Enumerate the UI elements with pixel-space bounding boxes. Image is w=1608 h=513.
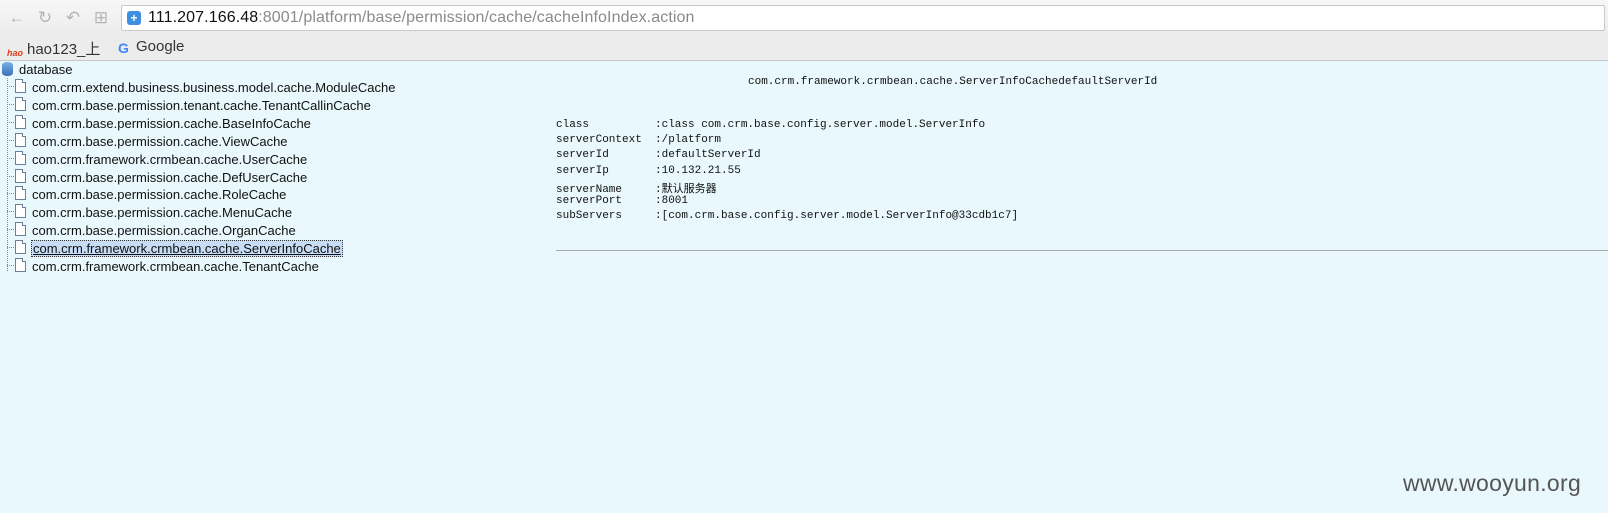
property-value: :class com.crm.base.config.server.model.… <box>655 119 986 131</box>
tree-item[interactable]: com.crm.framework.crmbean.cache.ServerIn… <box>7 240 343 258</box>
property-value: :默认服务器 <box>655 183 717 196</box>
tree-connector <box>7 86 14 87</box>
url-path: :8001/platform/base/permission/cache/cac… <box>258 9 695 26</box>
grid-icon[interactable]: ⊞ <box>91 8 111 28</box>
tree-item-label[interactable]: com.crm.base.permission.tenant.cache.Ten… <box>31 98 372 113</box>
tree-connector <box>7 265 14 266</box>
property-row: serverName :默认服务器 <box>556 180 717 196</box>
property-row: serverId :defaultServerId <box>556 149 761 164</box>
hao123-icon: hao <box>7 48 24 58</box>
database-icon <box>2 62 13 76</box>
property-key: subServers <box>556 210 623 223</box>
property-row: serverPort :8001 <box>556 195 688 210</box>
tree-item-label[interactable]: com.crm.base.permission.cache.OrganCache <box>31 223 297 238</box>
tree-connector <box>7 121 14 123</box>
bookmarks-bar: hao hao123_上 G Google <box>0 36 1608 61</box>
tree-connector <box>7 157 14 159</box>
tree-connector <box>7 229 14 231</box>
url-text[interactable]: 111.207.166.48:8001/platform/base/permis… <box>148 9 695 27</box>
undo-icon[interactable]: ↶ <box>63 8 83 28</box>
file-icon <box>15 132 26 147</box>
property-key: serverIp <box>556 164 609 177</box>
url-host: 111.207.166.48 <box>148 9 259 26</box>
tree-root-label: database <box>19 62 73 77</box>
tree-item[interactable]: com.crm.base.permission.tenant.cache.Ten… <box>7 96 372 115</box>
tree-item[interactable]: com.crm.base.permission.cache.BaseInfoCa… <box>7 114 312 133</box>
property-key: serverId <box>556 149 609 162</box>
property-key: serverName <box>556 183 623 196</box>
tree-item[interactable]: com.crm.framework.crmbean.cache.UserCach… <box>7 150 308 169</box>
separator <box>556 250 1608 251</box>
property-row: class :class com.crm.base.config.server.m… <box>556 119 985 134</box>
tree-item-label[interactable]: com.crm.base.permission.cache.MenuCache <box>31 205 293 220</box>
tree-item[interactable]: com.crm.base.permission.cache.DefUserCac… <box>7 168 308 187</box>
tree-item-label[interactable]: com.crm.base.permission.cache.RoleCache <box>31 187 287 202</box>
file-icon <box>15 258 26 272</box>
property-row: serverContext :/platform <box>556 134 721 149</box>
tree-item-label[interactable]: com.crm.extend.business.business.model.c… <box>31 80 396 95</box>
property-value: :10.132.21.55 <box>655 164 741 177</box>
bookmark-google[interactable]: G Google <box>116 38 184 56</box>
tree-item-label[interactable]: com.crm.base.permission.cache.DefUserCac… <box>31 170 308 185</box>
tree-item[interactable]: com.crm.framework.crmbean.cache.TenantCa… <box>7 258 320 276</box>
tree-item-label[interactable]: com.crm.framework.crmbean.cache.UserCach… <box>31 152 308 167</box>
page-content: database com.crm.extend.business.busines… <box>0 61 1608 513</box>
tree-item[interactable]: com.crm.base.permission.cache.RoleCache <box>7 186 287 204</box>
google-icon: G <box>118 40 129 56</box>
tree-item-label[interactable]: com.crm.framework.crmbean.cache.ServerIn… <box>31 240 343 258</box>
property-value: :/platform <box>655 134 722 147</box>
tree-root[interactable]: database <box>2 62 73 78</box>
shield-icon: + <box>127 11 141 25</box>
tree-connector <box>7 193 14 195</box>
property-key: serverPort <box>556 195 623 207</box>
file-icon <box>15 79 26 93</box>
bookmark-hao123[interactable]: hao hao123_上 <box>7 38 100 61</box>
bookmark-label: Google <box>136 38 185 55</box>
tree-connector <box>7 211 14 213</box>
file-icon <box>15 96 26 111</box>
tree-item-label[interactable]: com.crm.base.permission.cache.ViewCache <box>31 134 289 149</box>
back-icon[interactable]: ← <box>7 8 27 28</box>
property-value: :8001 <box>655 195 689 207</box>
file-icon <box>15 150 26 165</box>
browser-toolbar: ← ↻ ↶ ⊞ + 111.207.166.48:8001/platform/b… <box>0 0 1608 36</box>
reload-icon[interactable]: ↻ <box>35 8 55 28</box>
address-bar[interactable]: + 111.207.166.48:8001/platform/base/perm… <box>121 5 1605 31</box>
bookmark-label: hao123_上 <box>27 41 101 58</box>
file-icon <box>15 240 26 255</box>
tree-item[interactable]: com.crm.base.permission.cache.MenuCache <box>7 204 293 222</box>
detail-title: com.crm.framework.crmbean.cache.ServerIn… <box>748 76 1158 88</box>
tree-connector <box>7 139 14 141</box>
tree-connector <box>7 175 14 177</box>
tree-item[interactable]: com.crm.base.permission.cache.ViewCache <box>7 132 289 151</box>
tree-connector <box>7 247 14 249</box>
property-key: serverContext <box>556 134 642 147</box>
tree-item[interactable]: com.crm.extend.business.business.model.c… <box>7 79 396 97</box>
file-icon <box>15 204 26 219</box>
file-icon <box>15 114 26 129</box>
tree-item-label[interactable]: com.crm.framework.crmbean.cache.TenantCa… <box>31 259 320 274</box>
tree-item[interactable]: com.crm.base.permission.cache.OrganCache <box>7 222 297 240</box>
tree-connector <box>7 103 14 105</box>
property-row: subServers :[com.crm.base.config.server.m… <box>556 210 1018 225</box>
file-icon <box>15 168 26 183</box>
file-icon <box>15 186 26 201</box>
property-value: :[com.crm.base.config.server.model.Serve… <box>655 210 1019 223</box>
property-key: class <box>556 119 590 131</box>
property-value: :defaultServerId <box>655 149 761 162</box>
file-icon <box>15 222 26 237</box>
tree-item-label[interactable]: com.crm.base.permission.cache.BaseInfoCa… <box>31 116 312 131</box>
property-row: serverIp :10.132.21.55 <box>556 165 741 180</box>
watermark: www.wooyun.org <box>1403 470 1582 496</box>
